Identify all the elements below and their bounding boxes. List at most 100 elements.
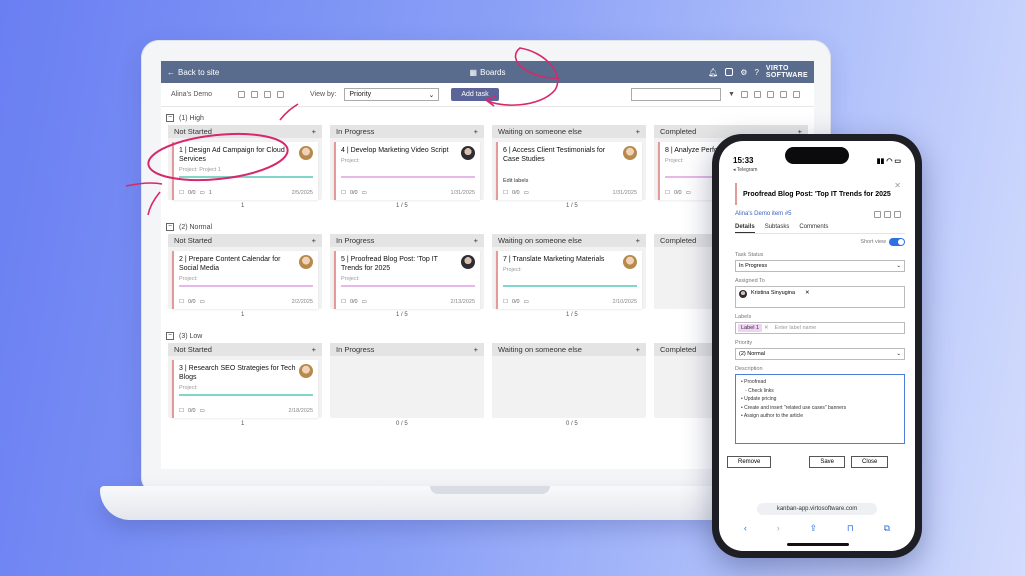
labels-field[interactable]: Label 1 ✕ Enter label name xyxy=(735,322,905,334)
comment-icon: ▭ xyxy=(199,190,205,196)
add-icon[interactable]: + xyxy=(474,345,478,354)
filter-icon[interactable]: ▼ xyxy=(728,91,735,98)
chart-icon[interactable] xyxy=(766,91,774,98)
add-icon[interactable]: + xyxy=(474,127,478,136)
task-card[interactable]: 4 | Develop Marketing Video Script Proje… xyxy=(334,142,480,200)
back-to-telegram-link[interactable]: ◂ Telegram xyxy=(719,167,915,173)
task-card[interactable]: 5 | Proofread Blog Post: 'Top IT Trends … xyxy=(334,251,480,309)
add-icon[interactable]: + xyxy=(636,127,640,136)
description-label: Description xyxy=(735,366,763,372)
avatar xyxy=(623,146,637,160)
task-card[interactable]: 3 | Research SEO Strategies for Tech Blo… xyxy=(172,360,318,418)
search-input[interactable] xyxy=(631,88,721,101)
card-title: 2 | Prepare Content Calendar for Social … xyxy=(179,256,281,272)
short-view-toggle[interactable] xyxy=(889,238,905,246)
task-status-select[interactable]: In Progress ⌄ xyxy=(735,260,905,272)
card-date: 2/13/2025 xyxy=(450,299,475,305)
collapse-icon[interactable]: − xyxy=(166,114,174,122)
column-not-started: Not Started + 3 | Research SEO Strategies… xyxy=(168,343,322,418)
lane-title: (2) Normal xyxy=(179,223,213,231)
label-chip[interactable]: Label 1 xyxy=(738,324,763,332)
task-card[interactable]: 6 | Access Client Testimonials for Case … xyxy=(496,142,642,200)
add-icon[interactable]: + xyxy=(474,236,478,245)
tab-details[interactable]: Details xyxy=(735,224,755,233)
subtask-count: 0/0 xyxy=(349,299,358,305)
edit-labels-link[interactable]: Edit labels xyxy=(503,178,528,184)
browser-url-bar[interactable]: kanban-app.virtosoftware.com xyxy=(719,501,915,517)
link-icon[interactable] xyxy=(894,211,901,218)
assigned-field[interactable]: Kristina Sinyugina ✕ xyxy=(735,286,905,308)
add-icon[interactable]: + xyxy=(312,127,316,136)
card-date: 1/31/2025 xyxy=(450,190,475,196)
boards-title[interactable]: ▦ Boards xyxy=(470,68,506,77)
card-title: 4 | Develop Marketing Video Script xyxy=(341,147,449,154)
priority-select[interactable]: (2) Normal ⌄ xyxy=(735,348,905,360)
label-input-placeholder[interactable]: Enter label name xyxy=(775,325,817,331)
collapse-icon[interactable]: − xyxy=(166,332,174,340)
card-date: 2/18/2025 xyxy=(288,408,313,414)
lane-header[interactable]: − (1) High xyxy=(161,111,814,125)
question-icon[interactable]: ? xyxy=(754,68,758,77)
forward-icon[interactable]: › xyxy=(777,523,780,534)
remove-assignee-icon[interactable]: ✕ xyxy=(805,290,810,296)
laptop-notch xyxy=(430,486,550,494)
tabs-icon[interactable]: ⧉ xyxy=(884,523,890,534)
view-by-select[interactable]: Priority ⌄ xyxy=(344,88,440,101)
labels-label: Labels xyxy=(735,314,752,320)
column-title: Not Started xyxy=(174,345,212,354)
add-task-button[interactable]: Add task xyxy=(451,88,499,101)
description-editor[interactable]: • Proofread ◦ Check links • Update prici… xyxy=(735,374,905,444)
save-button[interactable]: Save xyxy=(809,456,846,468)
browser-nav: ‹ › ⇪ ⊓ ⧉ xyxy=(719,523,915,534)
card-project: Project: xyxy=(179,385,198,391)
back-icon[interactable]: ‹ xyxy=(744,523,747,534)
history-icon[interactable] xyxy=(779,91,787,98)
list-icon[interactable] xyxy=(740,91,748,98)
add-icon[interactable]: + xyxy=(312,345,316,354)
close-button[interactable]: Close xyxy=(851,456,889,468)
collapse-icon[interactable]: − xyxy=(166,223,174,231)
chevron-down-icon: ⌄ xyxy=(896,351,901,357)
subtask-count: 0/0 xyxy=(187,408,196,414)
tab-comments[interactable]: Comments xyxy=(799,224,828,233)
task-card[interactable]: 2 | Prepare Content Calendar for Social … xyxy=(172,251,318,309)
clock: 15:33 xyxy=(733,156,754,165)
add-icon[interactable]: + xyxy=(636,236,640,245)
column-title: In Progress xyxy=(336,127,375,136)
item-link[interactable]: Alina's Demo item #5 xyxy=(735,211,792,218)
copy-icon[interactable] xyxy=(874,211,881,218)
remove-label-icon[interactable]: ✕ xyxy=(764,325,769,331)
column-waiting: Waiting on someone else + 6 | Access Clie… xyxy=(492,125,646,200)
bell-icon[interactable]: 🔔︎ xyxy=(708,68,718,77)
checklist-icon: ☐ xyxy=(341,190,346,196)
link-icon[interactable] xyxy=(264,91,272,98)
history-icon[interactable] xyxy=(884,211,891,218)
copy-icon[interactable] xyxy=(251,91,259,98)
column-count: 1 / 5 xyxy=(396,203,408,209)
remove-button[interactable]: Remove xyxy=(727,456,772,468)
column-in-progress: In Progress + 4 | Develop Marketing Video… xyxy=(330,125,484,200)
task-title: Proofread Blog Post: 'Top IT Trends for … xyxy=(735,183,905,205)
add-icon[interactable]: + xyxy=(636,345,640,354)
close-icon[interactable]: ✕ xyxy=(894,181,901,190)
grid-icon[interactable] xyxy=(753,91,761,98)
share-icon[interactable]: ⇪ xyxy=(809,523,817,534)
tag-icon[interactable] xyxy=(238,91,246,98)
phone-frame: 15:33 ▮▮ ◠ ▭ ◂ Telegram ✕ Proofread Blog… xyxy=(712,134,922,558)
book-icon[interactable] xyxy=(725,68,734,76)
gear-icon[interactable]: ⚙ xyxy=(740,68,747,77)
back-to-site-link[interactable]: ← Back to site xyxy=(167,68,219,77)
label-bar xyxy=(341,285,475,287)
card-date: 2/2/2025 xyxy=(291,299,313,305)
add-icon[interactable]: + xyxy=(312,236,316,245)
tab-subtasks[interactable]: Subtasks xyxy=(765,224,790,233)
settings-icon[interactable] xyxy=(792,91,800,98)
comment-icon: ▭ xyxy=(685,190,691,196)
checklist-icon: ☐ xyxy=(503,299,508,305)
priority-label: Priority xyxy=(735,340,753,346)
task-card[interactable]: 7 | Translate Marketing Materials Projec… xyxy=(496,251,642,309)
expand-icon[interactable] xyxy=(277,91,285,98)
bookmarks-icon[interactable]: ⊓ xyxy=(847,523,854,534)
subtask-count: 0/0 xyxy=(349,190,358,196)
task-card[interactable]: 1 | Design Ad Campaign for Cloud Service… xyxy=(172,142,318,200)
